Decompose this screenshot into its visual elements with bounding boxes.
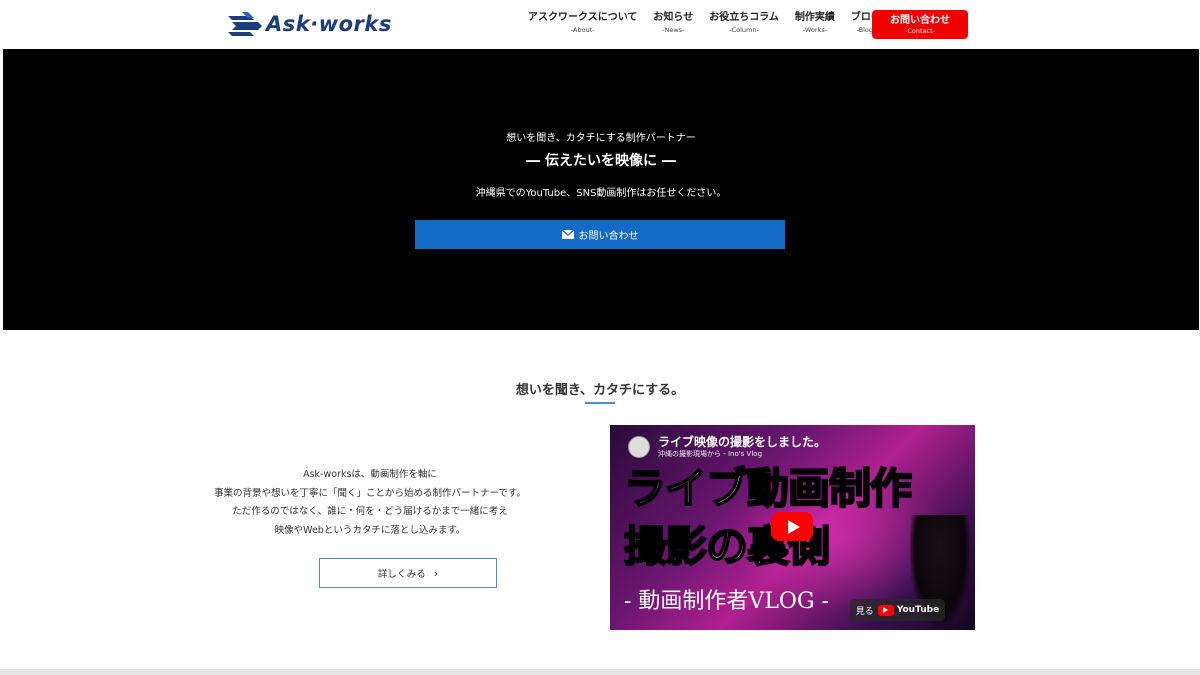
watch-label: 見る <box>855 606 874 617</box>
header-contact-button[interactable]: お問い合わせ -Contact- <box>872 10 968 39</box>
section-underline <box>585 402 615 404</box>
nav-label: お役立ちコラム <box>709 12 779 23</box>
video-title[interactable]: ライブ映像の撮影をしました。 <box>658 433 826 450</box>
read-more-label: 詳しくみる <box>377 569 426 580</box>
hero-section: 想いを聞き、カタチにする制作パートナー ― 伝えたいを映像に ― 沖縄県でのYo… <box>3 49 1199 330</box>
mail-icon <box>561 230 574 239</box>
about-line: Ask-worksは、動画制作を軸に <box>303 469 437 480</box>
nav-sublabel: -News- <box>662 26 685 34</box>
nav-item-about[interactable]: アスクワークスについて -About- <box>528 10 637 35</box>
contact-sublabel: -Contact- <box>905 26 935 35</box>
contact-label: お問い合わせ <box>890 14 950 26</box>
nav-sublabel: -Column- <box>729 26 759 34</box>
youtube-video-embed[interactable]: ライブ映像の撮影をしました。 沖縄の撮影現場から - Ino's Vlog ライ… <box>610 425 975 630</box>
nav-label: お知らせ <box>653 12 694 23</box>
nav-item-news[interactable]: お知らせ -News- <box>653 10 693 35</box>
hero-title: ― 伝えたいを映像に ― <box>526 153 676 169</box>
hero-description: 沖縄県でのYouTube、SNS動画制作はお任せください。 <box>475 188 727 199</box>
nav-sublabel: -About- <box>570 26 595 34</box>
about-line: 映像やWebというカタチに落とし込みます。 <box>274 524 466 536</box>
site-header: Ask·works アスクワークスについて -About- お知らせ -News… <box>0 0 1200 49</box>
thumbnail-text-line1: ライブ動画制作 <box>623 463 913 514</box>
video-play-button[interactable] <box>771 512 813 541</box>
logo-mark-icon <box>228 12 262 36</box>
main-nav: アスクワークスについて -About- お知らせ -News- お役立ちコラム … <box>520 10 889 35</box>
chevron-right-icon: › <box>433 566 439 580</box>
nav-item-column[interactable]: お役立ちコラム -Column- <box>709 10 779 35</box>
logo-text: Ask·works <box>266 12 392 36</box>
about-line: ただ作るのではなく、誰に・何を・どう届けるかまで一緒に考え <box>232 506 508 517</box>
about-line: 事業の背景や想いを丁寧に「聞く」ことから始める制作パートナーです。 <box>214 487 526 499</box>
youtube-logo-icon <box>877 604 894 616</box>
hero-button-label: お問い合わせ <box>578 231 639 242</box>
youtube-label: YouTube <box>896 605 940 615</box>
nav-label: 制作実績 <box>794 12 835 23</box>
nav-sublabel: -Works- <box>802 26 828 34</box>
hero-contact-button[interactable]: お問い合わせ <box>415 220 785 249</box>
site-logo[interactable]: Ask·works <box>228 11 392 37</box>
play-icon <box>787 519 800 534</box>
nav-item-works[interactable]: 制作実績 -Works- <box>795 10 835 35</box>
about-text: Ask-worksは、動画制作を軸に 事業の背景や想いを丁寧に「聞く」ことから始… <box>210 466 530 540</box>
nav-label: アスクワークスについて <box>528 12 638 23</box>
footer-divider <box>0 669 1200 675</box>
read-more-button[interactable]: 詳しくみる › <box>319 558 497 588</box>
watch-on-youtube-button[interactable]: 見る YouTube <box>850 599 945 621</box>
section-title: 想いを聞き、カタチにする。 <box>515 383 685 398</box>
hero-tagline: 想いを聞き、カタチにする制作パートナー <box>506 133 696 144</box>
thumbnail-vlog-text: - 動画制作者VLOG - <box>624 589 829 614</box>
